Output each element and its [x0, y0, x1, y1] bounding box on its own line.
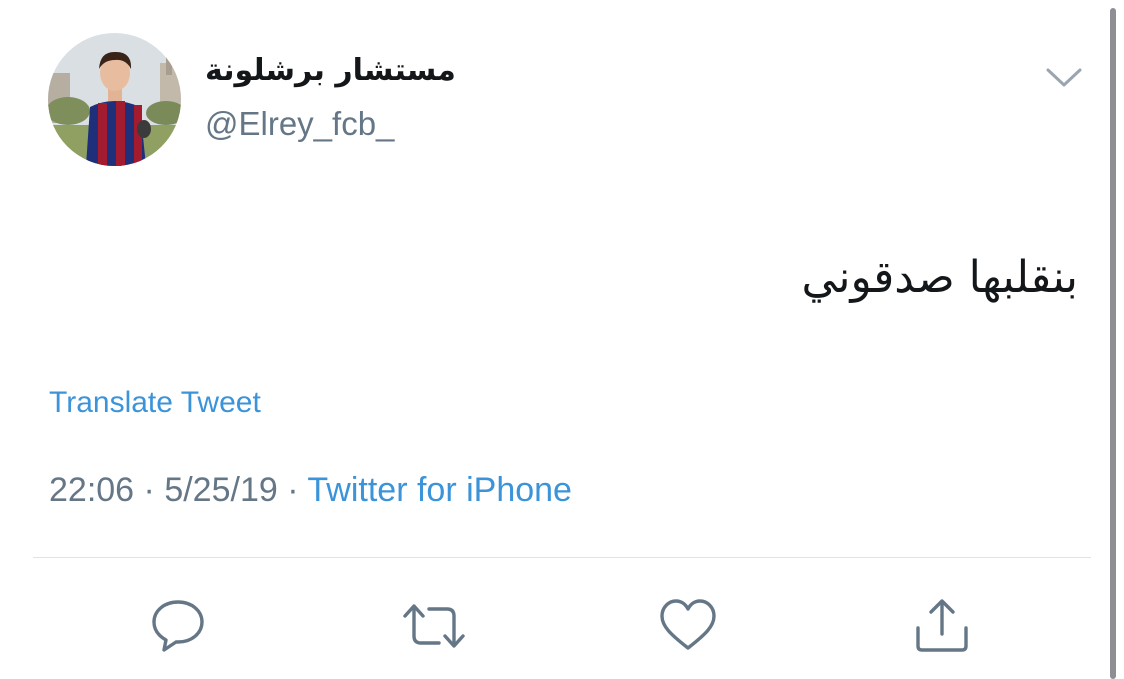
- tweet-meta: 22:06 · 5/25/19 · Twitter for iPhone: [49, 468, 572, 512]
- meta-separator: ·: [287, 471, 299, 509]
- share-icon: [916, 599, 968, 652]
- retweet-icon: [403, 604, 465, 648]
- author-handle[interactable]: @Elrey_fcb_: [205, 104, 394, 144]
- tweet-source-link[interactable]: Twitter for iPhone: [307, 471, 572, 509]
- reply-icon: [152, 600, 204, 652]
- heart-icon: [660, 599, 716, 650]
- tweet-text: بنقلبها صدقوني: [801, 252, 1078, 303]
- tweet-date: 5/25/19: [164, 471, 278, 509]
- chevron-down-icon[interactable]: [1045, 66, 1083, 90]
- divider: [33, 557, 1091, 558]
- tweet-detail: مستشار برشلونة @Elrey_fcb_ بنقلبها صدقون…: [0, 0, 1124, 679]
- author-display-name[interactable]: مستشار برشلونة: [205, 52, 456, 90]
- avatar[interactable]: [48, 33, 181, 166]
- scrollbar[interactable]: [1110, 8, 1116, 679]
- reply-button[interactable]: [148, 596, 208, 656]
- like-button[interactable]: [658, 596, 718, 656]
- retweet-button[interactable]: [401, 596, 467, 656]
- tweet-time: 22:06: [49, 471, 135, 509]
- meta-separator: ·: [143, 471, 155, 509]
- translate-tweet-link[interactable]: Translate Tweet: [49, 384, 261, 422]
- share-button[interactable]: [913, 596, 973, 656]
